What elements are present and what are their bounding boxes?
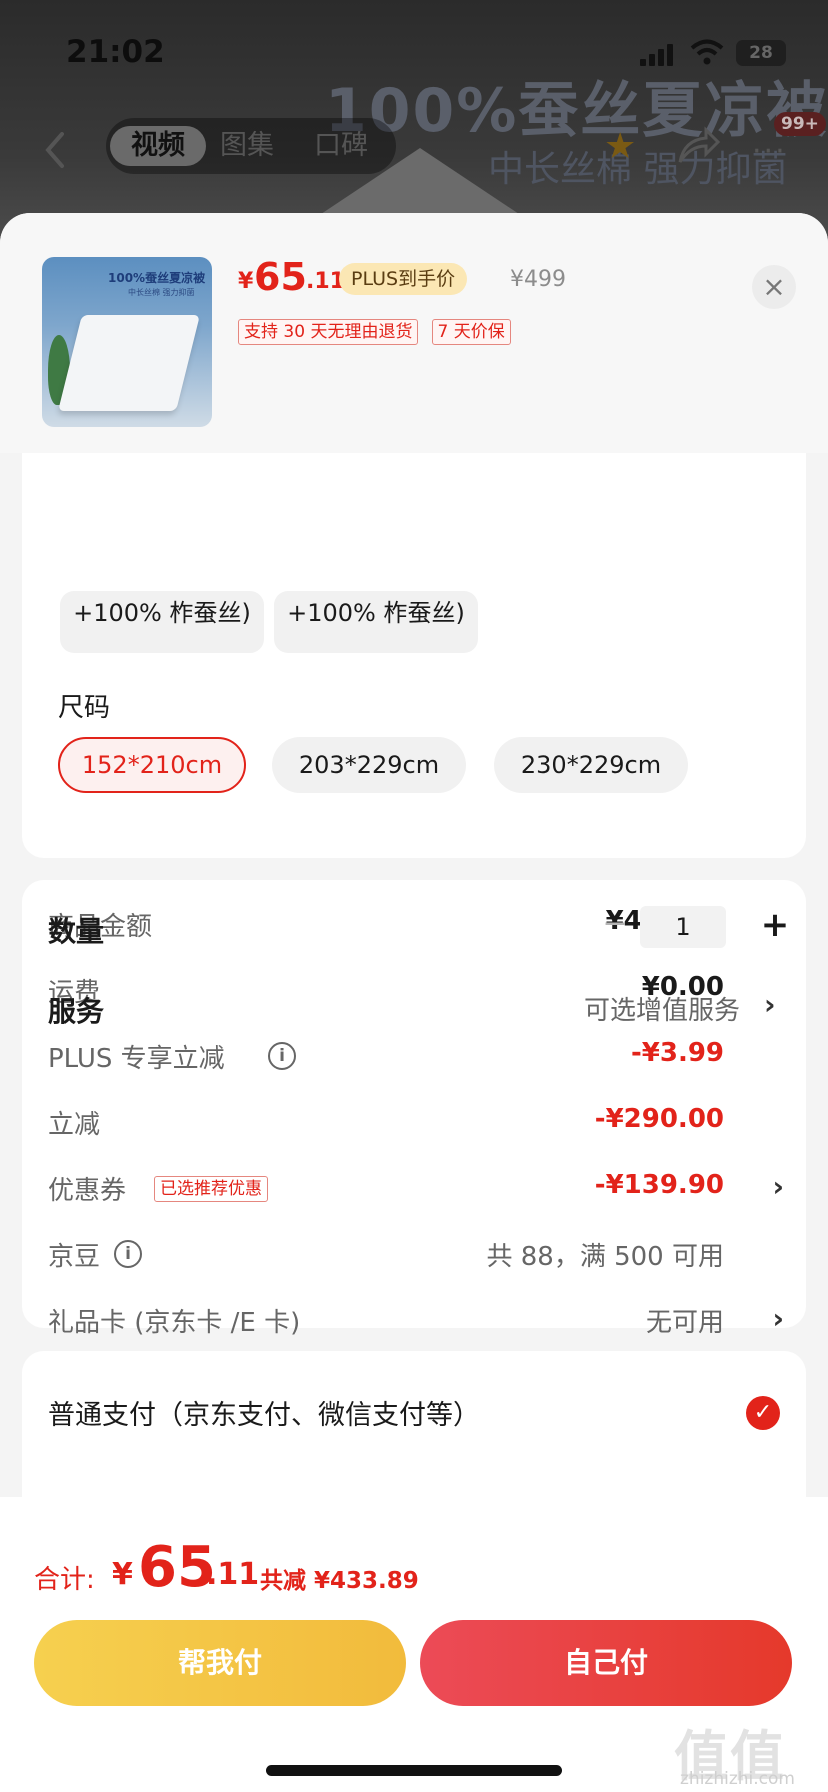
quantity-label: 数量 [48,915,105,948]
service-chevron-right-icon[interactable]: › [764,988,776,1021]
size-option-152x210[interactable]: 152*210cm [58,737,246,793]
plus-discount-info-icon[interactable]: i [268,1042,296,1070]
home-indicator [266,1765,562,1776]
tab-gallery[interactable]: 图集 [220,126,274,166]
spec-selection-card: +100% 柞蚕丝) +100% 柞蚕丝) 尺码 152*210cm 203*2… [22,413,806,1028]
fee-label: 立减 [48,1110,101,1140]
fee-row-jingdou: 京豆 i 共 88，满 500 可用 [48,1236,788,1276]
cart-count-badge: 99+ [774,112,826,136]
fee-value: -¥3.99 [630,1038,724,1068]
product-summary: 100%蚕丝夏凉被 中长丝棉 强力抑菌 ¥ 65 .11 PLUS到手价 ¥49… [0,213,828,453]
total-label: 合计: [34,1565,95,1595]
quilt-image [58,315,200,411]
fee-row-gift-card[interactable]: 礼品卡 (京东卡 /E 卡) 无可用 › [48,1276,788,1338]
material-option-chip[interactable]: +100% 柞蚕丝) [60,591,264,653]
favorite-star-icon[interactable]: ★ [604,126,636,167]
size-option-203x229[interactable]: 203*229cm [272,737,466,793]
total-integer: 65 [138,1535,216,1600]
size-label: 尺码 [58,693,111,723]
fee-label: 优惠券 [48,1176,127,1206]
quantity-plus-button[interactable]: + [760,908,790,942]
jingdou-info-icon[interactable]: i [114,1240,142,1268]
status-time: 21:02 [66,34,165,70]
more-icon[interactable]: ··· [752,134,787,169]
check-icon[interactable]: ✓ [746,1396,780,1430]
wifi-icon [690,39,724,65]
purchase-sheet: 100%蚕丝夏凉被 中长丝棉 强力抑菌 ¥ 65 .11 PLUS到手价 ¥49… [0,213,828,1792]
product-thumbnail: 100%蚕丝夏凉被 中长丝棉 强力抑菌 [42,257,212,427]
battery-icon: 28 [736,40,786,66]
watermark-url: zhizhizhi.com [680,1769,795,1789]
total-currency: ¥ [112,1557,133,1592]
price-integer: 65 [254,255,307,299]
checkout-bar: 合计: ¥ 65 .11 共减 ¥433.89 帮我付 自己付 值值值 zhiz… [0,1497,828,1792]
coupon-selected-tag: 已选推荐优惠 [154,1176,268,1202]
product-nav-bar: 视频 图集 口碑 ★ ··· 99+ [0,112,828,182]
fee-row-plus-discount: PLUS 专享立减 i -¥3.99 [48,1038,788,1078]
service-value[interactable]: 可选增值服务 [584,990,740,1027]
return-policy-tag: 支持 30 天无理由退货 [238,319,419,345]
fee-row-instant-discount: 立减 -¥290.00 [48,1104,788,1144]
coupon-chevron-right-icon[interactable]: › [772,1170,784,1203]
fee-value: 无可用 [645,1308,724,1338]
service-label: 服务 [48,995,105,1028]
signal-icon [640,44,674,66]
fee-value: 共 88，满 500 可用 [486,1242,724,1272]
plus-price-tag: PLUS到手价 [339,263,468,295]
thumbnail-title: 100%蚕丝夏凉被 [108,271,206,285]
fee-row-coupon[interactable]: 优惠券 已选推荐优惠 -¥139.90 › [48,1170,788,1210]
price-currency: ¥ [238,269,254,294]
fee-label: 礼品卡 (京东卡 /E 卡) [48,1308,301,1338]
pay-myself-button[interactable]: 自己付 [420,1620,792,1706]
service-tags: 支持 30 天无理由退货 7 天价保 [238,319,519,345]
gift-card-chevron-right-icon[interactable]: › [772,1302,784,1335]
close-icon[interactable]: × [752,265,796,309]
quantity-input[interactable]: 1 [640,906,726,948]
fee-label: PLUS 专享立减 [48,1044,225,1074]
back-arrow-icon[interactable] [40,130,70,170]
status-bar: 21:02 28 [0,30,828,80]
fee-value: -¥290.00 [594,1104,724,1134]
fee-value: -¥139.90 [594,1170,724,1200]
total-decimal: .11 [206,1557,260,1592]
total-saving: 共减 ¥433.89 [260,1568,419,1594]
tab-video[interactable]: 视频 [110,126,206,166]
size-option-230x229[interactable]: 230*229cm [494,737,688,793]
help-me-pay-button[interactable]: 帮我付 [34,1620,406,1706]
thumbnail-subtitle: 中长丝棉 强力抑菌 [128,288,195,297]
quantity-minus-button[interactable]: − [600,909,630,940]
material-option-chip[interactable]: +100% 柞蚕丝) [274,591,478,653]
original-price: ¥499 [510,267,566,292]
fee-label: 京豆 [48,1242,101,1272]
payment-method-label: 普通支付（京东支付、微信支付等） [48,1400,480,1431]
share-icon[interactable] [676,124,722,168]
media-tab-switcher: 视频 图集 口碑 [106,118,396,174]
price-protect-tag: 7 天价保 [431,319,511,345]
tab-reviews[interactable]: 口碑 [314,126,368,166]
